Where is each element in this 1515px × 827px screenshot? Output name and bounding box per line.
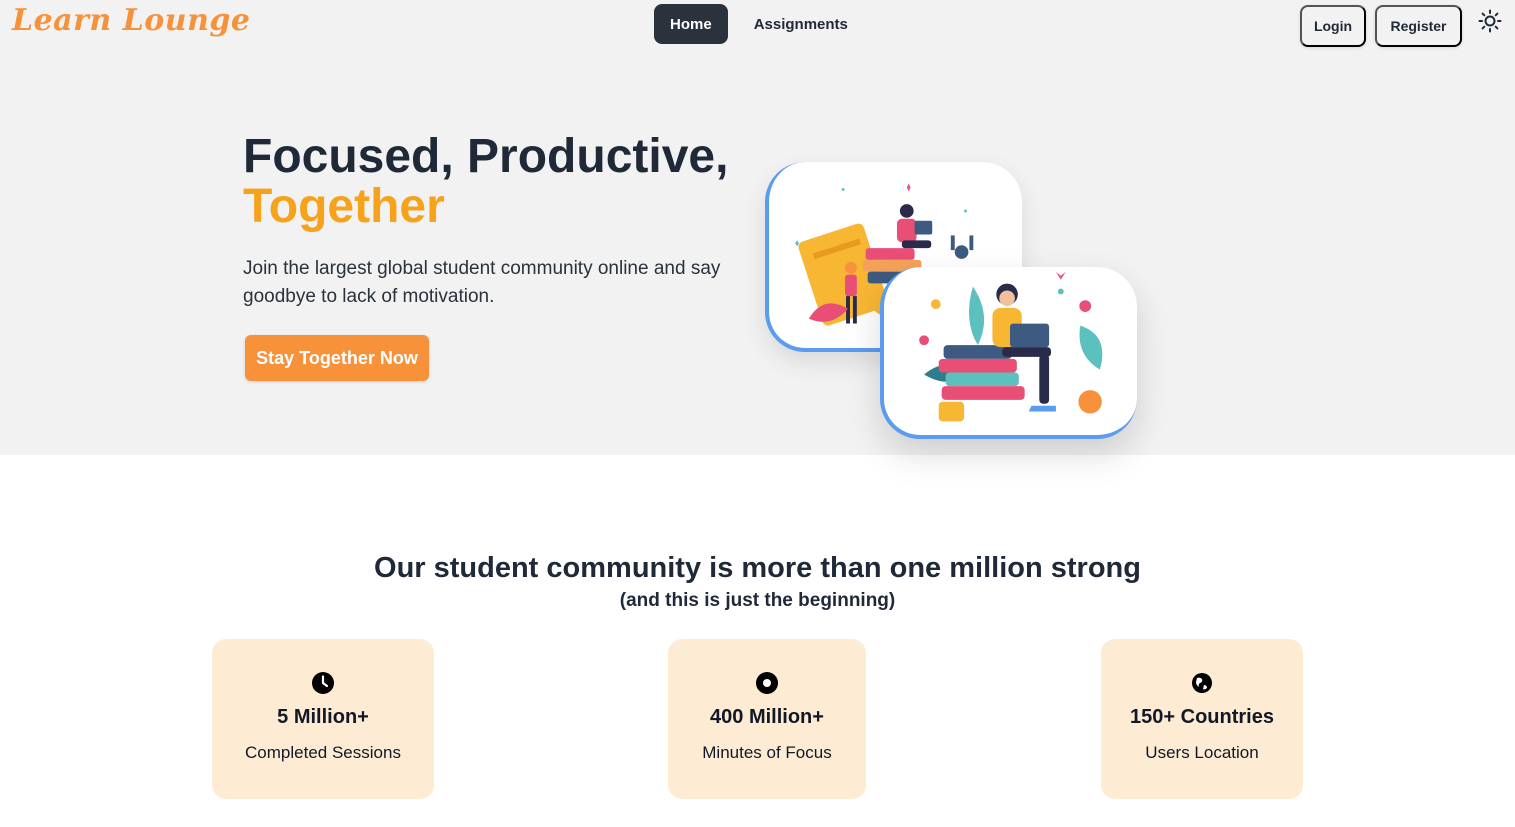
student-laptop-illustration [880, 267, 1137, 439]
hero-section [0, 0, 1515, 455]
stat-label: Minutes of Focus [702, 743, 832, 762]
stat-value: 150+ Countries [1130, 706, 1274, 728]
stat-card-minutes: 400 Million+ Minutes of Focus [668, 639, 866, 799]
nav-home-link[interactable]: Home [654, 4, 728, 44]
sun-icon[interactable] [1478, 9, 1502, 33]
main-nav: Home Assignments [654, 4, 864, 44]
stat-value: 5 Million+ [277, 706, 369, 728]
navbar: Learn Lounge Home Assignments Login Regi… [0, 0, 1515, 50]
community-subtitle: (and this is just the beginning) [619, 590, 896, 611]
globe-icon [1190, 671, 1214, 695]
hero-title-accent: Together [243, 180, 445, 233]
hero-title-line1: Focused, Productive, [243, 130, 729, 183]
target-icon [755, 671, 779, 695]
stat-card-sessions: 5 Million+ Completed Sessions [212, 639, 434, 799]
stat-value: 400 Million+ [710, 706, 824, 728]
clock-icon [311, 671, 335, 695]
register-button[interactable]: Register [1375, 5, 1462, 47]
hero-title: Focused, Productive, Together [243, 132, 728, 232]
stat-label: Users Location [1145, 743, 1259, 762]
stay-together-button[interactable]: Stay Together Now [245, 335, 429, 381]
stat-card-countries: 150+ Countries Users Location [1101, 639, 1303, 799]
community-title: Our student community is more than one m… [374, 552, 1141, 584]
login-button[interactable]: Login [1300, 5, 1366, 47]
brand-logo[interactable]: Learn Lounge [12, 3, 250, 38]
stat-label: Completed Sessions [245, 743, 401, 762]
nav-assignments-link[interactable]: Assignments [738, 4, 864, 44]
hero-subtitle: Join the largest global student communit… [243, 258, 721, 307]
